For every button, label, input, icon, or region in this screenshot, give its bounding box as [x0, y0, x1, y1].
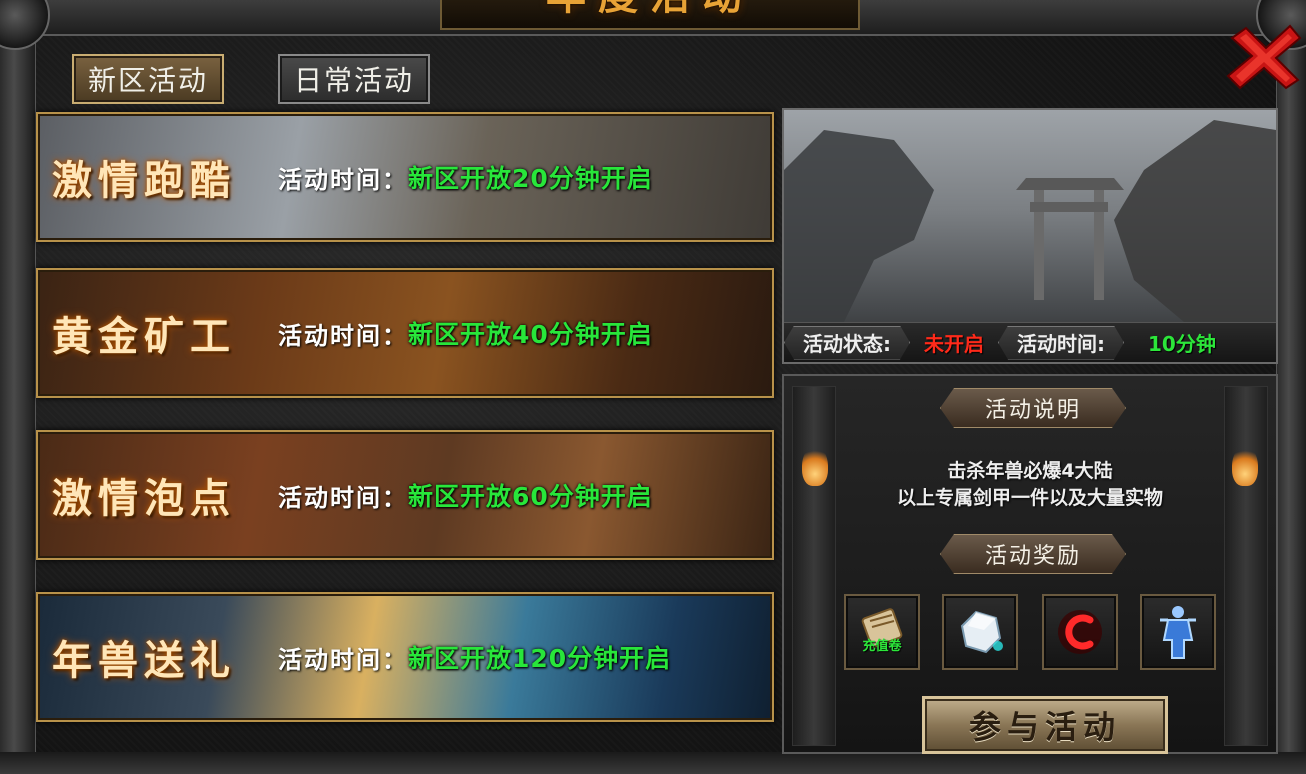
red-ring-icon [1058, 610, 1102, 654]
event-time-value: 新区开放60分钟开启 [408, 482, 653, 511]
join-event-button[interactable]: 参与活动 [922, 696, 1168, 754]
event-time-label: 活动时间： [278, 645, 408, 674]
event-time-label: 活动时间： [278, 321, 408, 350]
reward-slot-scroll[interactable]: 充值卷 [844, 594, 920, 670]
description-line: 以上专属剑甲一件以及大量实物 [896, 487, 1163, 509]
pillar-decoration [792, 386, 836, 746]
event-time-value: 新区开放20分钟开启 [408, 164, 653, 193]
armor-figure-icon [1160, 606, 1196, 659]
close-button[interactable] [1226, 24, 1302, 90]
reward-slot-ring[interactable] [1042, 594, 1118, 670]
event-status-bar: 活动状态: 未开启 活动时间: 10分钟 [784, 322, 1276, 362]
event-name: 激情泡点 [52, 475, 236, 522]
event-row-afk-points[interactable]: 激情泡点 活动时间： 新区开放60分钟开启 [36, 430, 774, 560]
duration-label: 活动时间: [998, 326, 1124, 360]
torch-icon [802, 446, 828, 486]
event-row-gold-miner[interactable]: 黄金矿工 活动时间： 新区开放40分钟开启 [36, 268, 774, 398]
status-value: 未开启 [924, 332, 984, 356]
close-icon [1226, 24, 1302, 90]
game-window: 年度活动 新区活动 日常活动 激情跑酷 活动时间： 新区开放20分钟开启 黄金矿… [0, 0, 1306, 774]
event-detail-panel: 活动说明 击杀年兽必爆4大陆 以上专属剑甲一件以及大量实物 活动奖励 充值卷 参… [782, 374, 1278, 754]
event-name: 激情跑酷 [52, 157, 236, 204]
tab-daily-events[interactable]: 日常活动 [278, 54, 430, 104]
window-title-plate: 年度活动 [440, 0, 860, 30]
window-title: 年度活动 [546, 0, 754, 16]
reward-title: 活动奖励 [940, 534, 1126, 574]
event-preview-panel: 活动状态: 未开启 活动时间: 10分钟 [782, 108, 1278, 364]
duration-value: 10分钟 [1148, 332, 1216, 356]
torch-icon [1232, 446, 1258, 486]
description-title: 活动说明 [940, 388, 1126, 428]
description-line: 击杀年兽必爆4大陆 [947, 460, 1113, 482]
event-row-nian-beast-gift[interactable]: 年兽送礼 活动时间： 新区开放120分钟开启 [36, 592, 774, 722]
window-left-border [0, 30, 36, 774]
event-row-parkour[interactable]: 激情跑酷 活动时间： 新区开放20分钟开启 [36, 112, 774, 242]
event-time-value: 新区开放40分钟开启 [408, 320, 653, 349]
reward-slot-armor[interactable] [1140, 594, 1216, 670]
pillar-decoration [1224, 386, 1268, 746]
window-bottom-border [0, 752, 1306, 774]
event-time-label: 活动时间： [278, 483, 408, 512]
tab-new-server-events[interactable]: 新区活动 [72, 54, 224, 104]
event-time-value: 新区开放120分钟开启 [408, 644, 672, 673]
reward-slot-crystal[interactable] [942, 594, 1018, 670]
event-description: 击杀年兽必爆4大陆 以上专属剑甲一件以及大量实物 [844, 458, 1216, 512]
status-label: 活动状态: [784, 326, 910, 360]
crystal-icon [960, 610, 1003, 654]
corner-ornament [0, 0, 50, 50]
event-preview-image [784, 120, 1276, 322]
reward-label: 充值卷 [862, 639, 902, 654]
event-name: 年兽送礼 [52, 637, 236, 684]
event-name: 黄金矿工 [52, 313, 236, 360]
event-time-label: 活动时间： [278, 165, 408, 194]
window-right-border [1276, 30, 1306, 774]
